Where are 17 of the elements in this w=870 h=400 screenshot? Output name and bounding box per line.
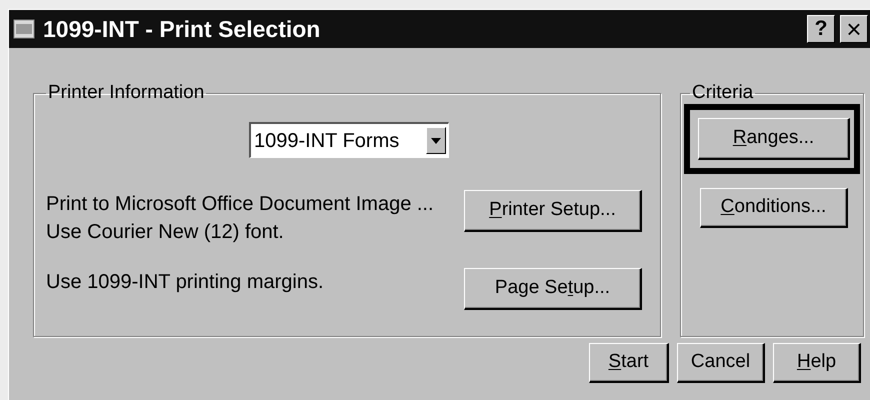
setup-button[interactable]: Printer Setup...: [464, 190, 642, 232]
help-button[interactable]: ?: [807, 15, 835, 43]
dialog-button[interactable]: Start: [589, 343, 669, 383]
dialog-button[interactable]: Help: [773, 343, 861, 383]
criteria-button[interactable]: Ranges...: [684, 104, 860, 174]
dialog-button[interactable]: Cancel: [677, 343, 765, 383]
criteria-button[interactable]: Conditions...: [700, 188, 848, 228]
info-text: Use Courier New (12) font.: [46, 220, 285, 245]
info-text: Print to Microsoft Office Document Image ...: [46, 192, 435, 217]
close-button[interactable]: ×: [840, 15, 868, 43]
group-title: Criteria: [691, 82, 754, 104]
info-text: Use 1099-INT printing margins.: [46, 270, 325, 295]
setup-button[interactable]: Page Setup...: [464, 268, 642, 310]
app-icon: [13, 18, 35, 40]
group-title: Printer Information: [47, 82, 206, 104]
window-title: 1099-INT - Print Selection: [43, 14, 320, 44]
form-select[interactable]: 1099-INT Forms: [249, 122, 449, 158]
